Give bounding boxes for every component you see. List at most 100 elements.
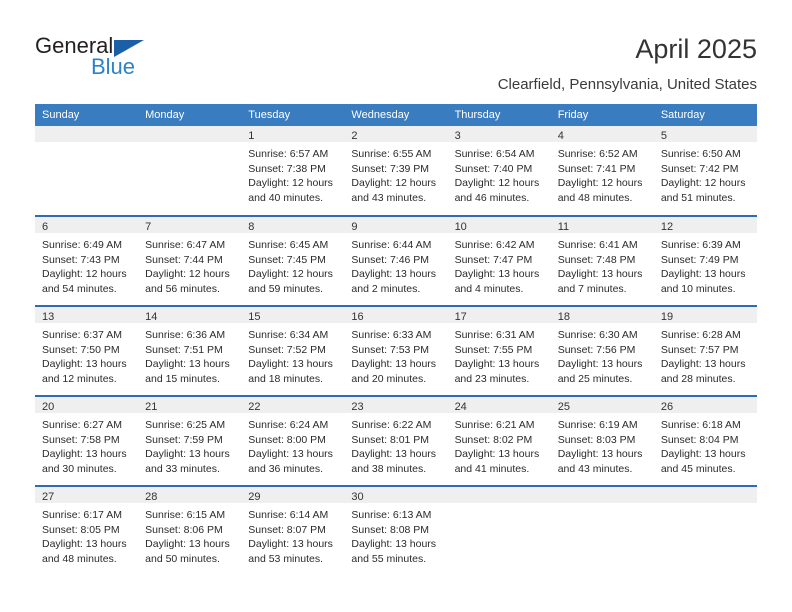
sunrise-text: Sunrise: 6:18 AM xyxy=(660,419,741,431)
daylight-text-line1: Daylight: 13 hours xyxy=(557,448,643,461)
day-details: Sunrise: 6:54 AM Sunset: 7:40 PM Dayligh… xyxy=(448,142,551,205)
day-number: 6 xyxy=(35,217,139,233)
day-cell[interactable]: 14 Sunrise: 6:36 AM Sunset: 7:51 PM Dayl… xyxy=(138,305,242,396)
sunrise-sunset-calendar: Sunday Monday Tuesday Wednesday Thursday… xyxy=(35,104,757,576)
day-details: Sunrise: 6:47 AM Sunset: 7:44 PM Dayligh… xyxy=(138,233,241,296)
daylight-text-line1: Daylight: 13 hours xyxy=(145,538,230,551)
day-details: Sunrise: 6:15 AM Sunset: 8:06 PM Dayligh… xyxy=(138,503,241,566)
day-cell[interactable]: 9 Sunrise: 6:44 AM Sunset: 7:46 PM Dayli… xyxy=(344,215,448,306)
day-number: 2 xyxy=(344,126,448,142)
day-cell[interactable]: 29 Sunrise: 6:14 AM Sunset: 8:07 PM Dayl… xyxy=(241,485,345,576)
day-number: 21 xyxy=(138,397,242,413)
day-cell[interactable]: 23 Sunrise: 6:22 AM Sunset: 8:01 PM Dayl… xyxy=(344,395,448,486)
day-cell[interactable]: 19 Sunrise: 6:28 AM Sunset: 7:57 PM Dayl… xyxy=(653,305,757,396)
day-cell[interactable]: 22 Sunrise: 6:24 AM Sunset: 8:00 PM Dayl… xyxy=(241,395,345,486)
day-cell[interactable]: 8 Sunrise: 6:45 AM Sunset: 7:45 PM Dayli… xyxy=(241,215,345,306)
daylight-text-line2: and 51 minutes. xyxy=(660,191,736,204)
day-cell[interactable]: 10 Sunrise: 6:42 AM Sunset: 7:47 PM Dayl… xyxy=(447,215,551,306)
daylight-text-line2: and 12 minutes. xyxy=(42,372,117,385)
daylight-text-line1: Daylight: 12 hours xyxy=(660,177,746,190)
day-cell[interactable]: 26 Sunrise: 6:18 AM Sunset: 8:04 PM Dayl… xyxy=(653,395,757,486)
day-cell[interactable]: 21 Sunrise: 6:25 AM Sunset: 7:59 PM Dayl… xyxy=(138,395,242,486)
day-cell[interactable]: 7 Sunrise: 6:47 AM Sunset: 7:44 PM Dayli… xyxy=(138,215,242,306)
daylight-text-line2: and 36 minutes. xyxy=(248,462,323,475)
daylight-text-line1: Daylight: 13 hours xyxy=(660,448,746,461)
week-row: 6 Sunrise: 6:49 AM Sunset: 7:43 PM Dayli… xyxy=(35,215,757,306)
day-number: 16 xyxy=(344,307,448,323)
sunrise-text: Sunrise: 6:33 AM xyxy=(351,329,432,341)
day-cell[interactable]: 12 Sunrise: 6:39 AM Sunset: 7:49 PM Dayl… xyxy=(653,215,757,306)
day-cell[interactable] xyxy=(35,126,139,216)
sunrise-text: Sunrise: 6:37 AM xyxy=(42,329,122,341)
daylight-text-line1: Daylight: 13 hours xyxy=(557,268,643,281)
day-cell[interactable]: 24 Sunrise: 6:21 AM Sunset: 8:02 PM Dayl… xyxy=(447,395,551,486)
sunset-text: Sunset: 7:57 PM xyxy=(660,343,739,356)
weekday-header-row: Sunday Monday Tuesday Wednesday Thursday… xyxy=(35,104,757,126)
daylight-text-line1: Daylight: 12 hours xyxy=(248,177,333,190)
week-row: 27 Sunrise: 6:17 AM Sunset: 8:05 PM Dayl… xyxy=(35,485,757,576)
day-cell[interactable]: 20 Sunrise: 6:27 AM Sunset: 7:58 PM Dayl… xyxy=(35,395,139,486)
day-number: 11 xyxy=(550,217,654,233)
day-number: 23 xyxy=(344,397,448,413)
day-details xyxy=(448,503,551,508)
day-details: Sunrise: 6:45 AM Sunset: 7:45 PM Dayligh… xyxy=(241,233,344,296)
sunrise-text: Sunrise: 6:55 AM xyxy=(351,148,432,160)
day-details: Sunrise: 6:25 AM Sunset: 7:59 PM Dayligh… xyxy=(138,413,241,476)
daylight-text-line2: and 15 minutes. xyxy=(145,372,220,385)
daylight-text-line2: and 50 minutes. xyxy=(145,552,220,565)
weekday-header-tuesday: Tuesday xyxy=(241,104,345,126)
daylight-text-line1: Daylight: 13 hours xyxy=(145,358,230,371)
sunrise-text: Sunrise: 6:13 AM xyxy=(351,509,432,521)
day-number: 12 xyxy=(653,217,757,233)
daylight-text-line1: Daylight: 13 hours xyxy=(557,358,643,371)
day-cell[interactable]: 1 Sunrise: 6:57 AM Sunset: 7:38 PM Dayli… xyxy=(241,126,345,216)
day-cell[interactable]: 18 Sunrise: 6:30 AM Sunset: 7:56 PM Dayl… xyxy=(550,305,654,396)
sunrise-text: Sunrise: 6:45 AM xyxy=(248,239,329,251)
sunset-text: Sunset: 8:06 PM xyxy=(145,523,223,536)
day-cell[interactable]: 11 Sunrise: 6:41 AM Sunset: 7:48 PM Dayl… xyxy=(550,215,654,306)
day-number xyxy=(447,487,551,503)
day-cell[interactable]: 25 Sunrise: 6:19 AM Sunset: 8:03 PM Dayl… xyxy=(550,395,654,486)
day-cell[interactable]: 30 Sunrise: 6:13 AM Sunset: 8:08 PM Dayl… xyxy=(344,485,448,576)
day-cell[interactable]: 15 Sunrise: 6:34 AM Sunset: 7:52 PM Dayl… xyxy=(241,305,345,396)
day-cell[interactable]: 3 Sunrise: 6:54 AM Sunset: 7:40 PM Dayli… xyxy=(447,126,551,216)
daylight-text-line1: Daylight: 13 hours xyxy=(42,448,127,461)
sunrise-text: Sunrise: 6:39 AM xyxy=(660,239,741,251)
daylight-text-line1: Daylight: 12 hours xyxy=(351,177,437,190)
location-subtitle: Clearfield, Pennsylvania, United States xyxy=(497,76,757,93)
day-cell[interactable]: 4 Sunrise: 6:52 AM Sunset: 7:41 PM Dayli… xyxy=(550,126,654,216)
day-number: 10 xyxy=(447,217,551,233)
daylight-text-line2: and 10 minutes. xyxy=(660,282,736,295)
sunset-text: Sunset: 8:04 PM xyxy=(660,433,739,446)
day-details: Sunrise: 6:57 AM Sunset: 7:38 PM Dayligh… xyxy=(241,142,344,205)
day-cell[interactable]: 28 Sunrise: 6:15 AM Sunset: 8:06 PM Dayl… xyxy=(138,485,242,576)
daylight-text-line1: Daylight: 13 hours xyxy=(145,448,230,461)
day-cell[interactable]: 6 Sunrise: 6:49 AM Sunset: 7:43 PM Dayli… xyxy=(35,215,139,306)
day-cell[interactable]: 16 Sunrise: 6:33 AM Sunset: 7:53 PM Dayl… xyxy=(344,305,448,396)
day-cell[interactable] xyxy=(653,485,757,576)
weekday-header-monday: Monday xyxy=(138,104,242,126)
page-header: General Blue April 2025 Clearfield, Penn… xyxy=(0,0,792,100)
sunrise-text: Sunrise: 6:47 AM xyxy=(145,239,226,251)
day-cell[interactable]: 27 Sunrise: 6:17 AM Sunset: 8:05 PM Dayl… xyxy=(35,485,139,576)
daylight-text-line2: and 18 minutes. xyxy=(248,372,323,385)
daylight-text-line1: Daylight: 13 hours xyxy=(351,448,437,461)
sunrise-text: Sunrise: 6:30 AM xyxy=(557,329,638,341)
sunset-text: Sunset: 7:44 PM xyxy=(145,253,223,266)
general-blue-logo[interactable]: General Blue xyxy=(35,33,215,83)
daylight-text-line1: Daylight: 12 hours xyxy=(454,177,540,190)
weekday-header-friday: Friday xyxy=(550,104,654,126)
day-cell[interactable] xyxy=(447,485,551,576)
sunrise-text: Sunrise: 6:50 AM xyxy=(660,148,741,160)
day-cell[interactable]: 5 Sunrise: 6:50 AM Sunset: 7:42 PM Dayli… xyxy=(653,126,757,216)
day-cell[interactable]: 17 Sunrise: 6:31 AM Sunset: 7:55 PM Dayl… xyxy=(447,305,551,396)
day-cell[interactable]: 13 Sunrise: 6:37 AM Sunset: 7:50 PM Dayl… xyxy=(35,305,139,396)
day-cell[interactable] xyxy=(138,126,242,216)
day-number: 20 xyxy=(35,397,139,413)
day-cell[interactable] xyxy=(550,485,654,576)
day-cell[interactable]: 2 Sunrise: 6:55 AM Sunset: 7:39 PM Dayli… xyxy=(344,126,448,216)
day-number xyxy=(35,126,139,142)
day-details: Sunrise: 6:50 AM Sunset: 7:42 PM Dayligh… xyxy=(654,142,757,205)
daylight-text-line2: and 53 minutes. xyxy=(248,552,323,565)
sunrise-text: Sunrise: 6:44 AM xyxy=(351,239,432,251)
